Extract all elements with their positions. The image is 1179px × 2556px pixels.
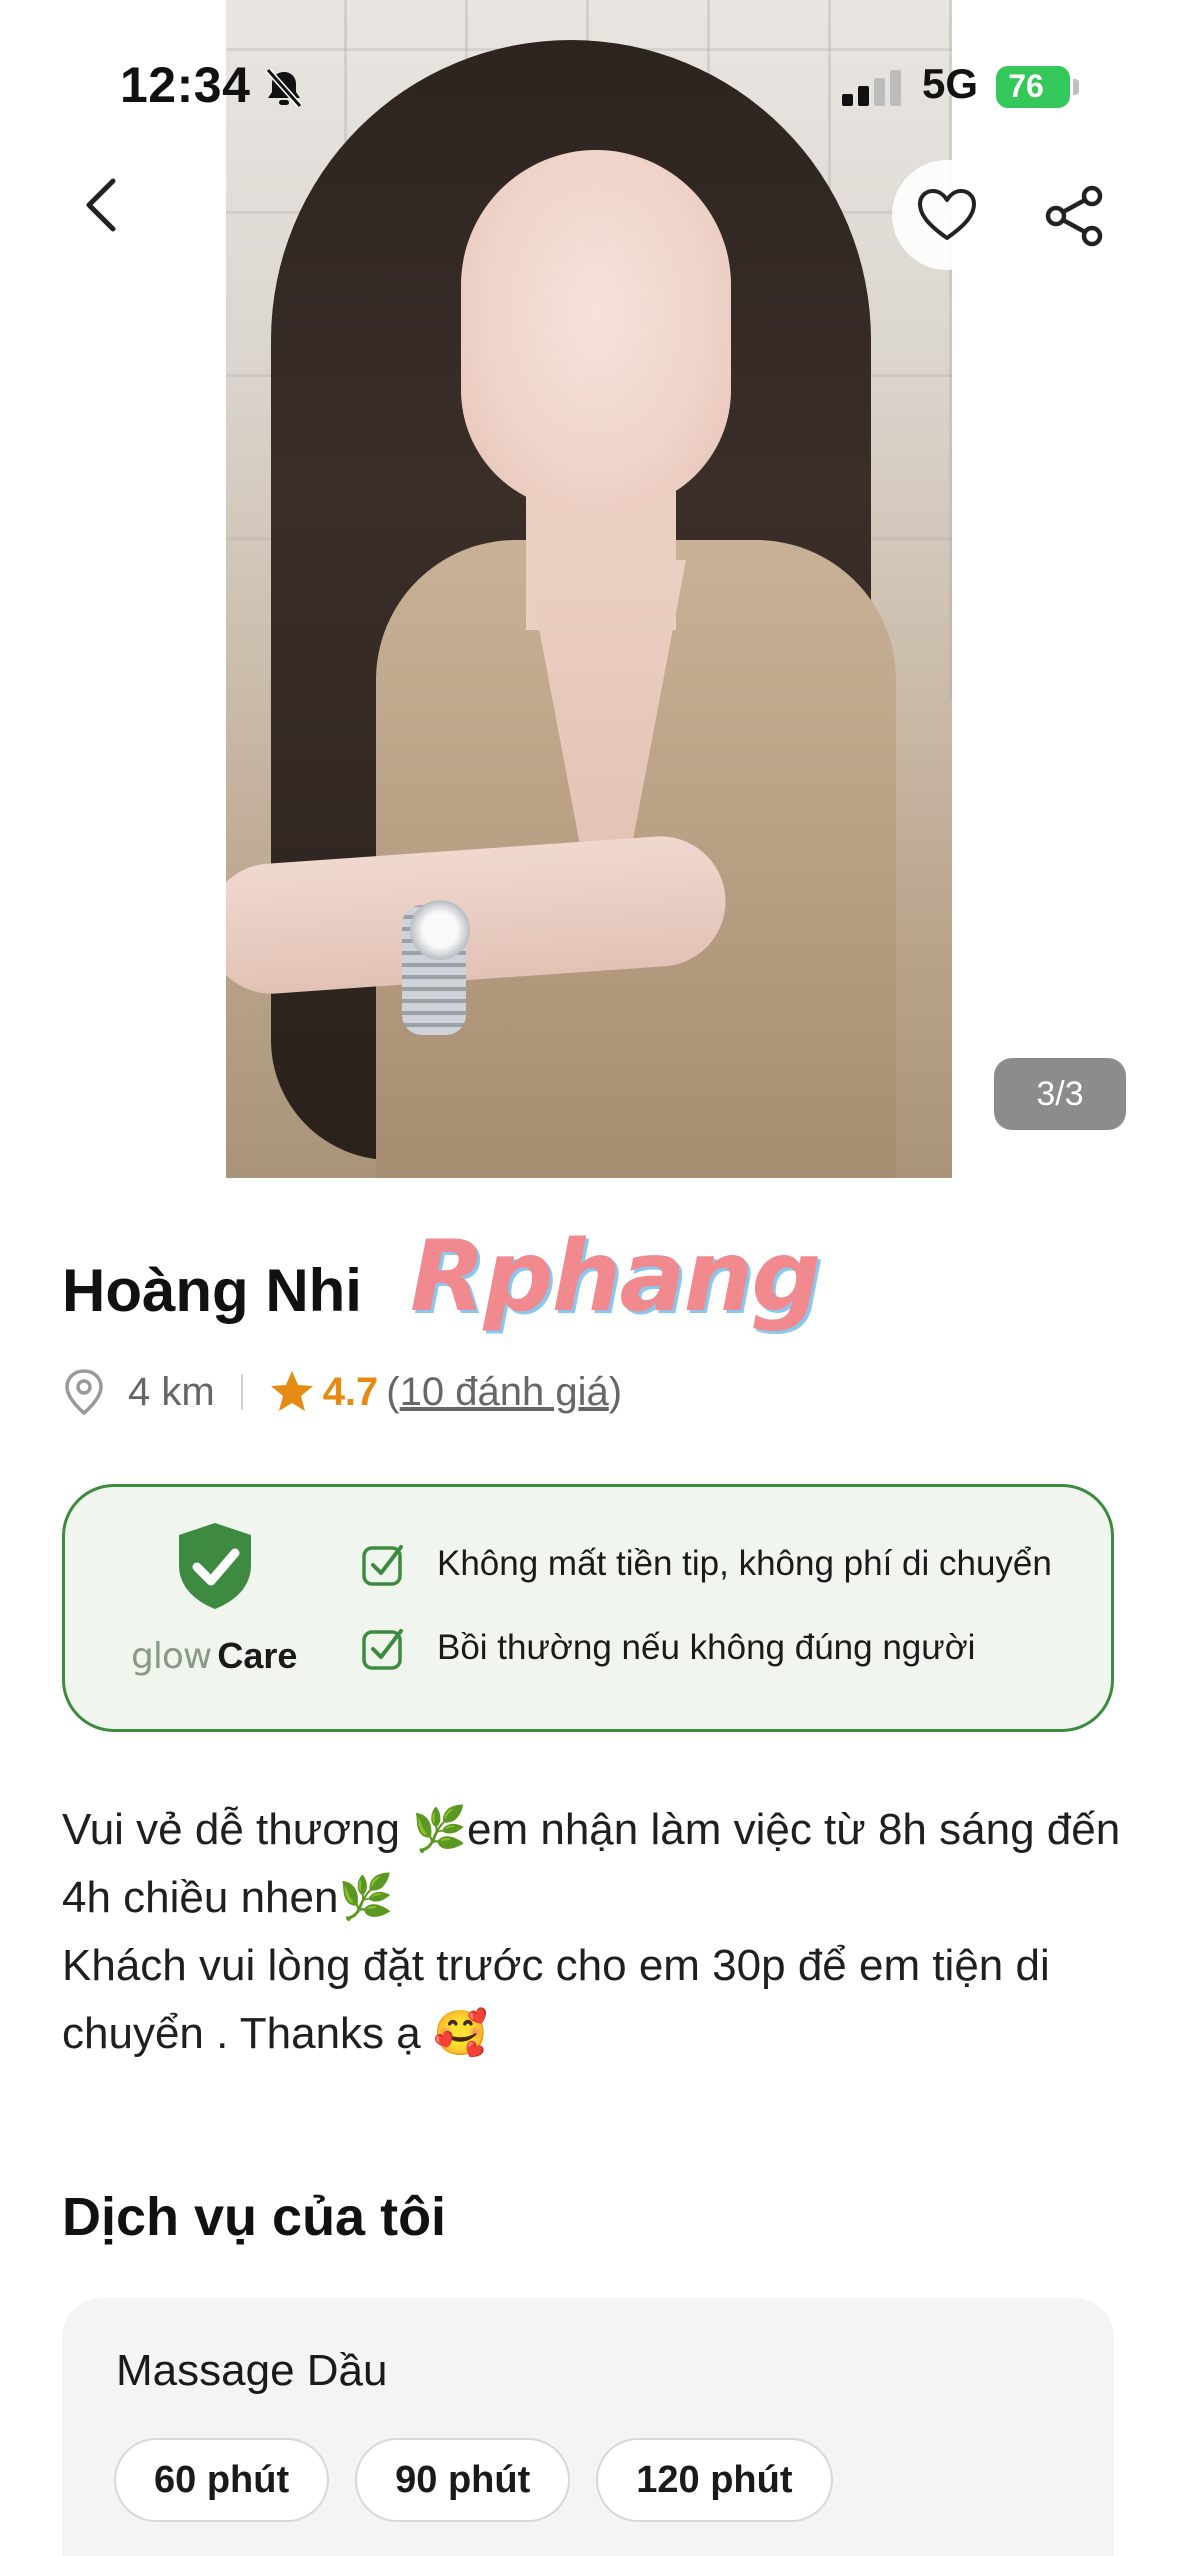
description-line: Vui vẻ dễ thương 🌿em nhận làm việc từ 8h… (62, 1805, 1121, 1922)
shield-check-icon (179, 1523, 251, 1609)
signal-icon (842, 70, 901, 106)
profile-description: Vui vẻ dễ thương 🌿em nhận làm việc từ 8h… (62, 1796, 1122, 2068)
network-type: 5G (922, 60, 979, 107)
share-icon (1045, 185, 1103, 247)
profile-photo[interactable] (226, 0, 952, 1178)
glow-care-card: glow Care Không mất tiền tip, không phí d… (62, 1484, 1114, 1732)
location-pin-icon (65, 1369, 103, 1416)
rating-value: 4.7 (322, 1369, 379, 1414)
status-time: 12:34 (120, 57, 251, 113)
battery-level: 76 (1008, 68, 1044, 104)
photo-gallery[interactable]: 3/3 (0, 0, 1179, 1178)
duration-options: 60 phút 90 phút 120 phút (114, 2438, 833, 2522)
duration-chip-90[interactable]: 90 phút (355, 2438, 571, 2522)
checkbox-icon (362, 1629, 403, 1670)
care-benefit-text: Không mất tiền tip, không phí di chuyển (437, 1544, 1052, 1583)
reviews-close-paren: ) (608, 1369, 623, 1414)
care-benefit: Bồi thường nếu không đúng người (361, 1625, 975, 1671)
profile-name: Hoàng Nhi (62, 1257, 362, 1324)
star-icon (270, 1371, 313, 1411)
profile-meta: 4 km 4.7 ( 10 đánh giá ) (62, 1364, 622, 1420)
duration-chip-60[interactable]: 60 phút (114, 2438, 330, 2522)
service-card[interactable]: Massage Dầu 60 phút 90 phút 120 phút (62, 2298, 1114, 2556)
glow-brand-text: glow (131, 1636, 212, 1677)
glow-care-logo: glow Care (131, 1635, 297, 1677)
back-chevron-icon (86, 178, 116, 232)
bell-off-icon (265, 68, 303, 108)
favorite-button[interactable] (892, 160, 1002, 270)
reviews-link[interactable]: 10 đánh giá (400, 1370, 609, 1415)
status-bar: 12:34 5G 76 (0, 0, 1179, 150)
services-heading: Dịch vụ của tôi (62, 2187, 447, 2247)
photo-face (461, 150, 731, 510)
share-button[interactable] (1026, 168, 1122, 264)
duration-chip-120[interactable]: 120 phút (596, 2438, 833, 2522)
photo-watch-face (410, 900, 470, 960)
photo-counter: 3/3 (994, 1058, 1126, 1130)
care-benefit-text: Bồi thường nếu không đúng người (437, 1628, 976, 1667)
care-benefit: Không mất tiền tip, không phí di chuyển (361, 1541, 1052, 1587)
reviews-open-paren: ( (386, 1369, 400, 1414)
meta-divider (240, 1374, 243, 1410)
distance-text: 4 km (128, 1369, 215, 1414)
battery-icon: 76 (996, 66, 1080, 108)
watermark-logo: Rphang (410, 1220, 821, 1334)
care-brand-text: Care (217, 1635, 298, 1676)
heart-icon (918, 189, 976, 240)
description-line: Khách vui lòng đặt trước cho em 30p để e… (62, 1941, 1050, 2058)
back-button[interactable] (66, 170, 136, 240)
service-name: Massage Dầu (116, 2346, 388, 2395)
checkbox-icon (362, 1545, 403, 1586)
